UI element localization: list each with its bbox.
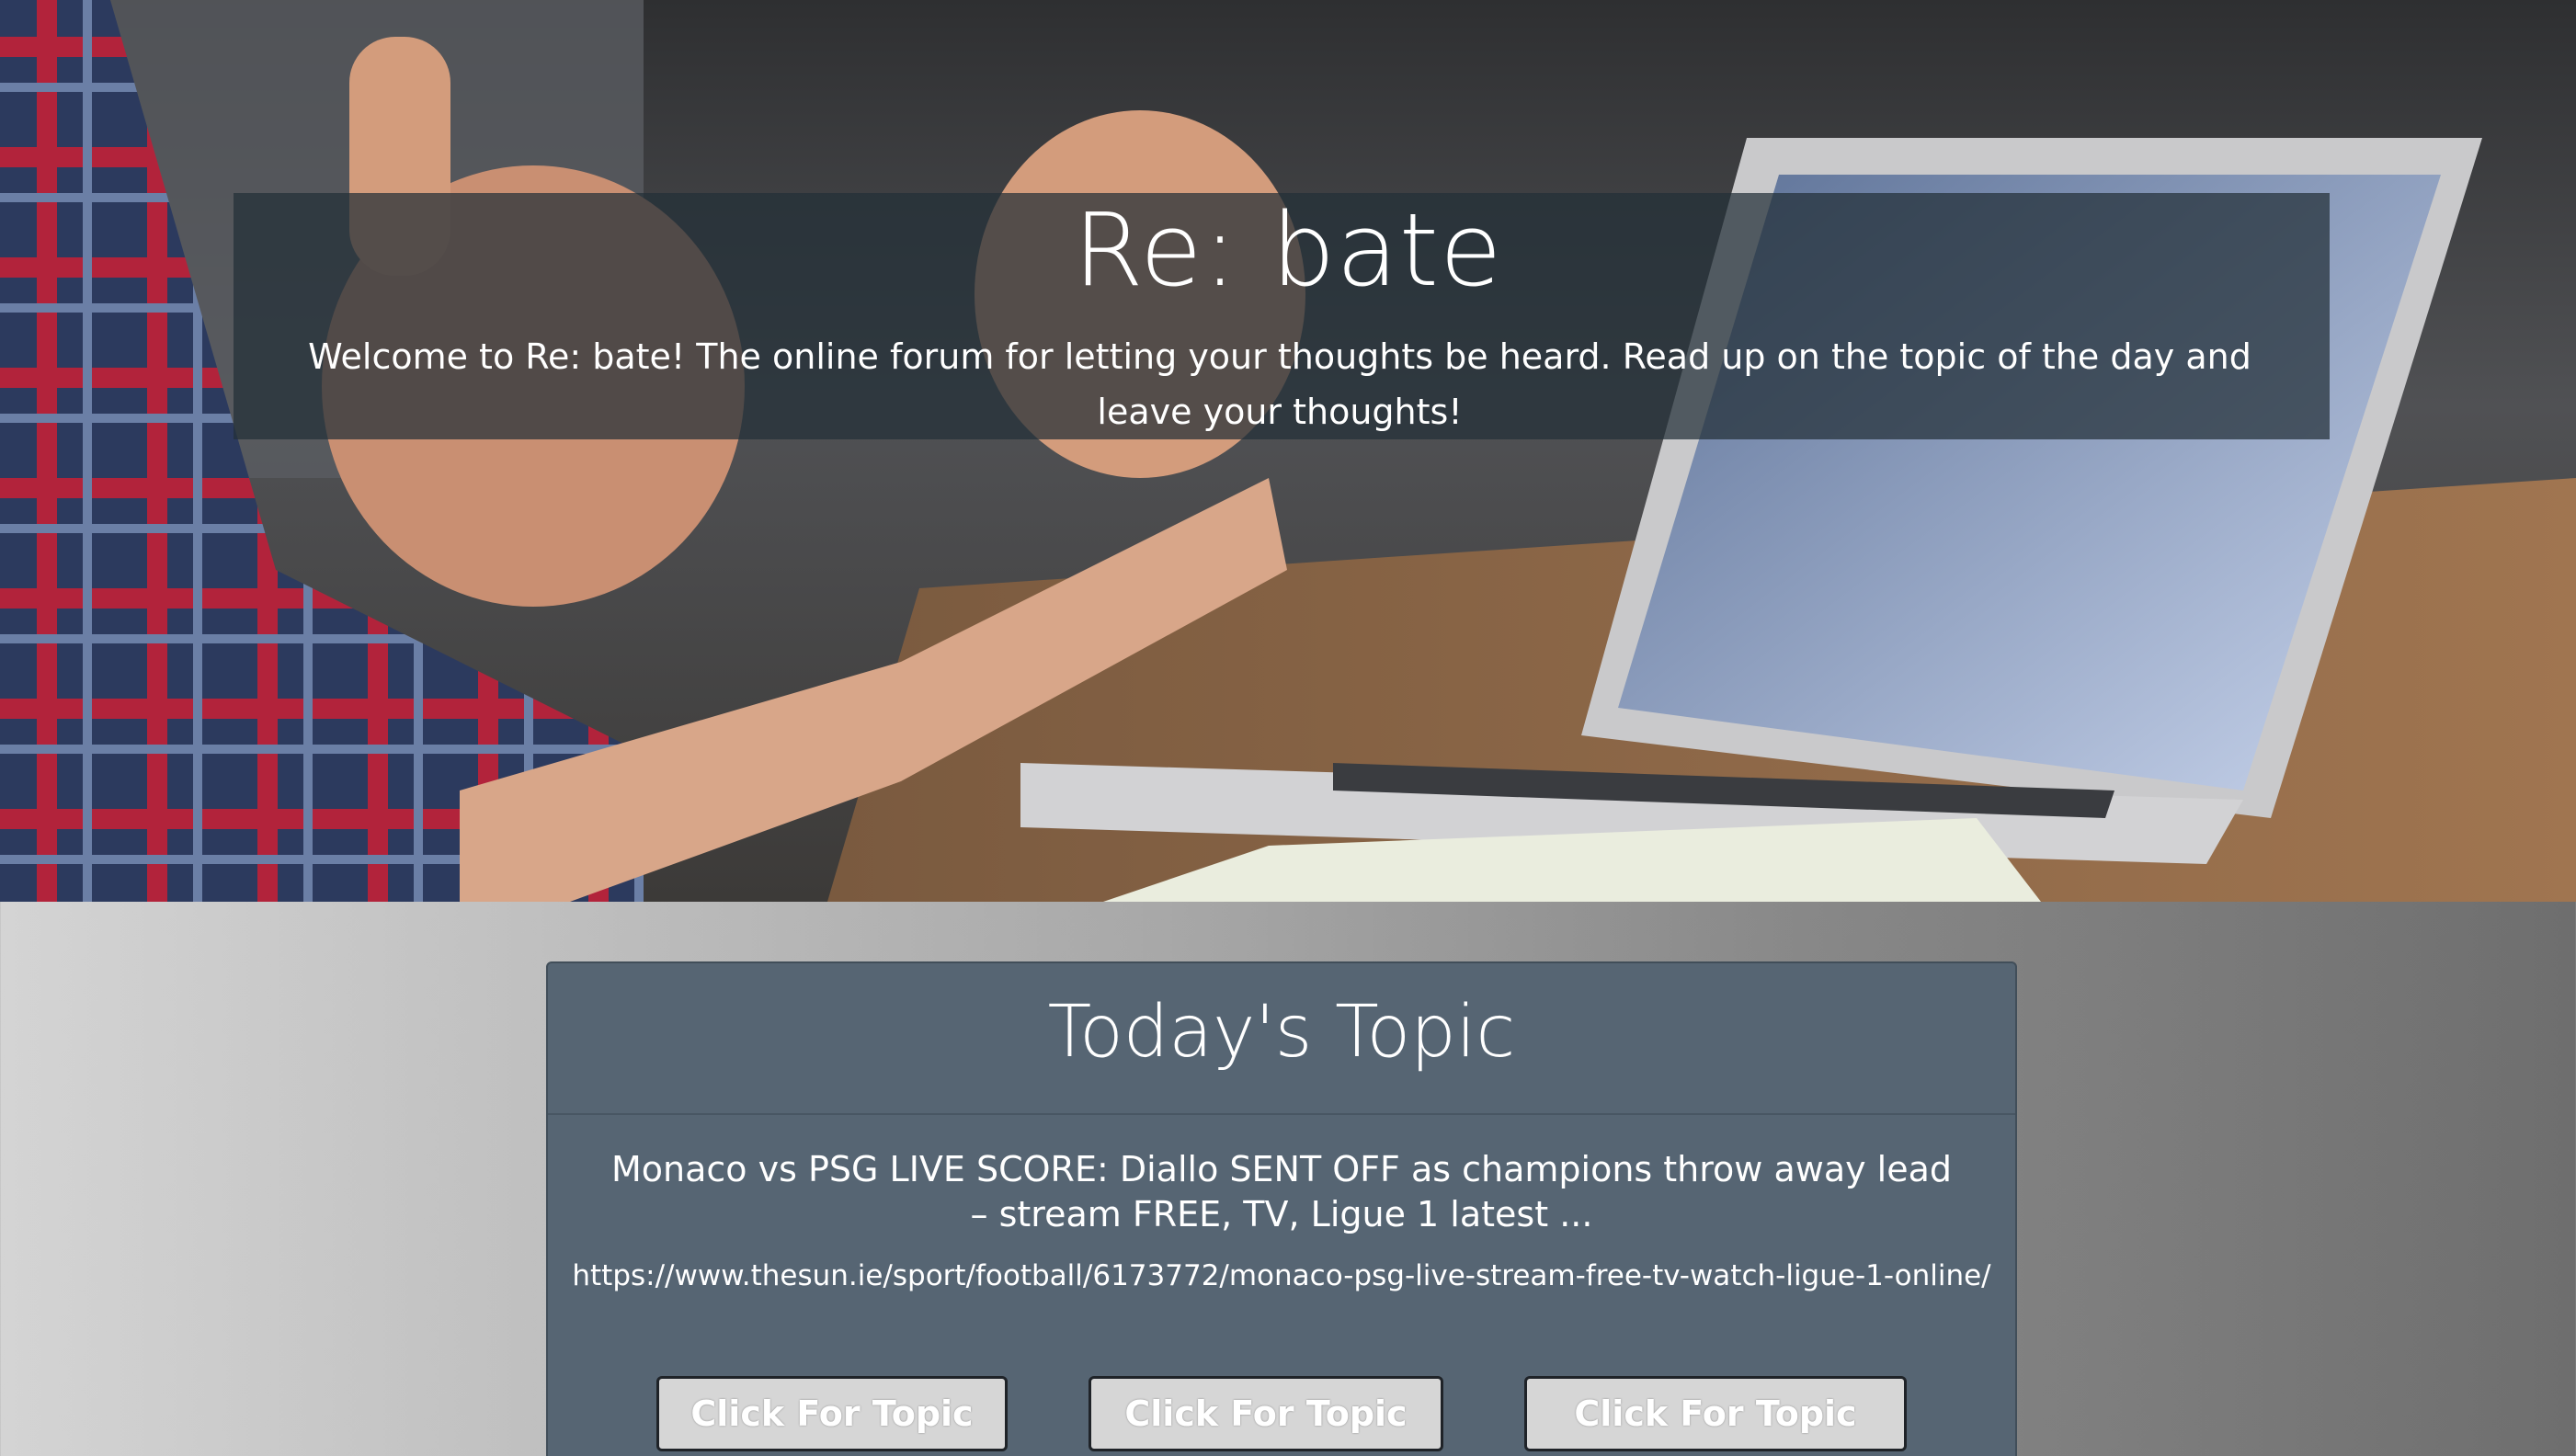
topic-source-link[interactable]: https://www.thesun.ie/sport/football/617…	[572, 1259, 1990, 1292]
topic-url-container: https://www.thesun.ie/sport/football/617…	[548, 1257, 2015, 1294]
topic-heading: Today's Topic	[1047, 991, 1516, 1074]
site-title: Re: bate	[1073, 191, 1503, 309]
topic-two-button[interactable]: Click For Topic Two!	[1089, 1376, 1443, 1451]
topic-card-header: Today's Topic	[548, 963, 2015, 1115]
hero-background-image	[0, 0, 2576, 902]
hero-section: Re: bate Welcome to Re: bate! The online…	[0, 0, 2576, 902]
welcome-message: Welcome to Re: bate! The online forum fo…	[308, 336, 2251, 432]
topic-one-button[interactable]: Click For Topic One!	[656, 1376, 1008, 1451]
topic-headline: Monaco vs PSG LIVE SCORE: Diallo SENT OF…	[610, 1149, 1953, 1234]
topic-three-button[interactable]: Click For Topic Three!	[1524, 1376, 1907, 1451]
